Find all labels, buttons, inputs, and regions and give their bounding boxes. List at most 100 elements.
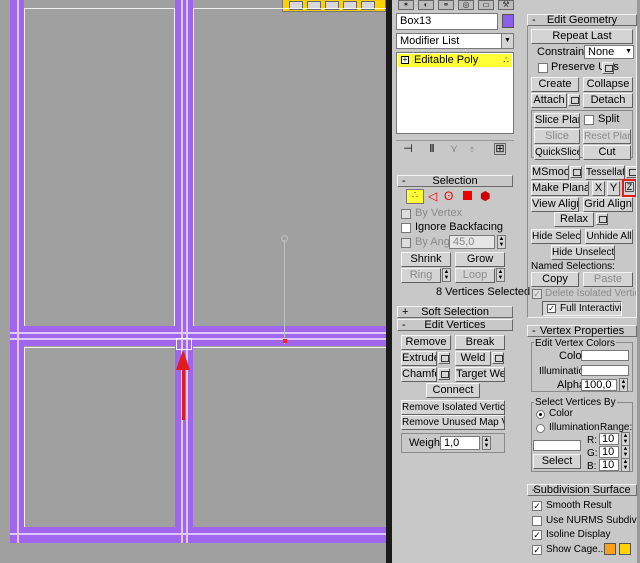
remove-button[interactable]: Remove xyxy=(401,335,451,350)
vertex-properties-rollout-header[interactable]: - Vertex Properties xyxy=(527,325,637,337)
soft-selection-rollout-header[interactable]: + Soft Selection xyxy=(397,306,513,318)
chevron-down-icon[interactable]: ▼ xyxy=(625,46,632,58)
preserve-uvs-settings-icon[interactable] xyxy=(602,62,614,74)
ring-spinner-icon[interactable]: ▲ ▼ xyxy=(442,268,451,282)
by-angle-spinner-icon[interactable]: ▲ ▼ xyxy=(497,235,506,249)
grow-button[interactable]: Grow xyxy=(455,252,505,267)
select-color-swatch[interactable] xyxy=(533,440,581,451)
chamfer-settings-icon[interactable] xyxy=(438,368,450,380)
grid-align-button[interactable]: Grid Align xyxy=(583,197,633,212)
slice-plane-button[interactable]: Slice Plane xyxy=(534,113,580,128)
weld-settings-icon[interactable] xyxy=(492,352,504,364)
loop-button[interactable]: Loop xyxy=(455,268,495,283)
planar-x-button[interactable]: X xyxy=(592,181,605,196)
collapse-button[interactable]: Collapse xyxy=(583,77,633,92)
relax-settings-icon[interactable] xyxy=(596,213,608,225)
slice-button[interactable]: Slice xyxy=(534,129,580,144)
paste-button[interactable]: Paste xyxy=(583,272,633,287)
remove-isolated-vertices-button[interactable]: Remove Isolated Vertices xyxy=(401,400,505,415)
border-mode-icon[interactable]: ʘ xyxy=(444,190,453,202)
pin-stack-icon[interactable]: ⊣ xyxy=(402,143,414,155)
ignore-backfacing-checkbox[interactable] xyxy=(401,223,411,233)
viewport-perspective[interactable] xyxy=(0,0,386,563)
delete-isolated-checkbox[interactable]: ✓ xyxy=(532,289,542,299)
range-g-field[interactable]: 10 xyxy=(599,446,619,458)
show-end-result-icon[interactable]: Ⅱ xyxy=(426,143,438,155)
full-interactivity-toggle[interactable]: ✓ Full Interactivity xyxy=(542,301,622,316)
loop-spinner-icon[interactable]: ▲ ▼ xyxy=(496,268,505,282)
hide-selected-button[interactable]: Hide Selected xyxy=(531,229,581,244)
planar-y-button[interactable]: Y xyxy=(607,181,620,196)
show-cage-checkbox[interactable]: ✓ xyxy=(532,545,542,555)
by-vertex-checkbox[interactable] xyxy=(401,209,411,219)
connect-button[interactable]: Connect xyxy=(426,383,480,398)
ring-button[interactable]: Ring xyxy=(401,268,441,283)
extrude-settings-icon[interactable] xyxy=(438,352,450,364)
by-angle-checkbox[interactable] xyxy=(401,238,411,248)
edge-mode-icon[interactable]: ◁ xyxy=(428,190,437,202)
reset-plane-button[interactable]: Reset Plane xyxy=(583,129,631,144)
hierarchy-tab-icon[interactable]: ⚭ xyxy=(438,0,454,10)
cut-button[interactable]: Cut xyxy=(583,145,631,160)
utilities-tab-icon[interactable]: ⚒ xyxy=(498,0,514,10)
msmooth-button[interactable]: MSmooth xyxy=(531,165,569,180)
selection-rollout-header[interactable]: - Selection xyxy=(397,175,513,187)
object-name-field[interactable]: Box13 xyxy=(396,13,498,30)
range-r-spinner-icon[interactable]: ▲ ▼ xyxy=(621,432,630,446)
vertex-mode-icon[interactable]: ∴ xyxy=(406,189,424,204)
view-align-button[interactable]: View Align xyxy=(531,197,579,212)
extrude-button[interactable]: Extrude xyxy=(401,351,437,366)
preserve-uvs-checkbox[interactable] xyxy=(538,63,548,73)
vertex-color-swatch[interactable] xyxy=(581,350,629,361)
modifier-stack-list[interactable]: + Editable Poly ∴ xyxy=(396,52,514,134)
transform-gizmo-tip[interactable] xyxy=(281,235,288,242)
element-mode-icon[interactable]: ⬢ xyxy=(480,190,490,202)
break-button[interactable]: Break xyxy=(455,335,505,350)
repeat-last-button[interactable]: Repeat Last xyxy=(531,29,633,44)
selected-vertex[interactable] xyxy=(283,339,287,343)
isoline-display-checkbox[interactable]: ✓ xyxy=(532,530,542,540)
relax-button[interactable]: Relax xyxy=(554,212,594,227)
split-checkbox[interactable] xyxy=(584,115,594,125)
alpha-spinner-icon[interactable]: ▲ ▼ xyxy=(619,378,628,392)
display-tab-icon[interactable]: ▭ xyxy=(478,0,494,10)
subdivision-surface-rollout-header[interactable]: - Subdivision Surface xyxy=(527,484,637,496)
range-b-field[interactable]: 10 xyxy=(599,459,619,471)
select-button[interactable]: Select xyxy=(533,454,581,469)
range-g-spinner-icon[interactable]: ▲ ▼ xyxy=(621,445,630,459)
hide-unselected-button[interactable]: Hide Unselected xyxy=(551,245,615,260)
edit-vertices-rollout-header[interactable]: - Edit Vertices xyxy=(397,319,513,331)
alpha-field[interactable]: 100,0 xyxy=(581,379,617,391)
cage-color-swatch-1[interactable] xyxy=(604,543,616,555)
weight-spinner-icon[interactable]: ▲ ▼ xyxy=(482,436,491,450)
unhide-all-button[interactable]: Unhide All xyxy=(585,229,633,244)
weld-button[interactable]: Weld xyxy=(455,351,491,366)
range-b-spinner-icon[interactable]: ▲ ▼ xyxy=(621,458,630,472)
detach-button[interactable]: Detach xyxy=(583,93,633,108)
chevron-down-icon[interactable]: ▼ xyxy=(501,34,513,48)
polygon-mode-icon[interactable] xyxy=(463,191,472,200)
remove-unused-map-verts-button[interactable]: Remove Unused Map Verts xyxy=(401,415,505,430)
transform-gizmo-axis[interactable] xyxy=(284,240,285,344)
use-nurms-checkbox[interactable] xyxy=(532,516,542,526)
weight-field[interactable]: 1,0 xyxy=(440,436,480,450)
tessellate-button[interactable]: Tessellate xyxy=(585,165,625,180)
by-angle-field[interactable]: 45,0 xyxy=(449,235,495,249)
target-weld-button[interactable]: Target Weld xyxy=(455,367,505,382)
attach-list-icon[interactable] xyxy=(568,94,580,106)
attach-button[interactable]: Attach xyxy=(531,93,567,108)
motion-tab-icon[interactable]: ◎ xyxy=(458,0,474,10)
modify-tab-icon[interactable]: ◐ xyxy=(418,0,434,10)
remove-modifier-icon[interactable]: ♁ xyxy=(466,143,478,155)
quickslice-button[interactable]: QuickSlice xyxy=(534,145,580,160)
illumination-swatch[interactable] xyxy=(581,365,629,376)
object-color-swatch[interactable] xyxy=(502,14,514,28)
constraints-dropdown[interactable]: None ▼ xyxy=(584,45,634,59)
planar-z-button[interactable]: Z xyxy=(622,179,637,197)
select-by-illumination-radio[interactable] xyxy=(536,424,545,433)
copy-button[interactable]: Copy xyxy=(531,272,579,287)
msmooth-settings-icon[interactable] xyxy=(570,166,582,178)
select-by-color-radio[interactable] xyxy=(536,410,545,419)
configure-modifier-sets-icon[interactable]: ⊞ xyxy=(494,143,506,155)
modifier-list-dropdown[interactable]: Modifier List ▼ xyxy=(396,33,514,49)
